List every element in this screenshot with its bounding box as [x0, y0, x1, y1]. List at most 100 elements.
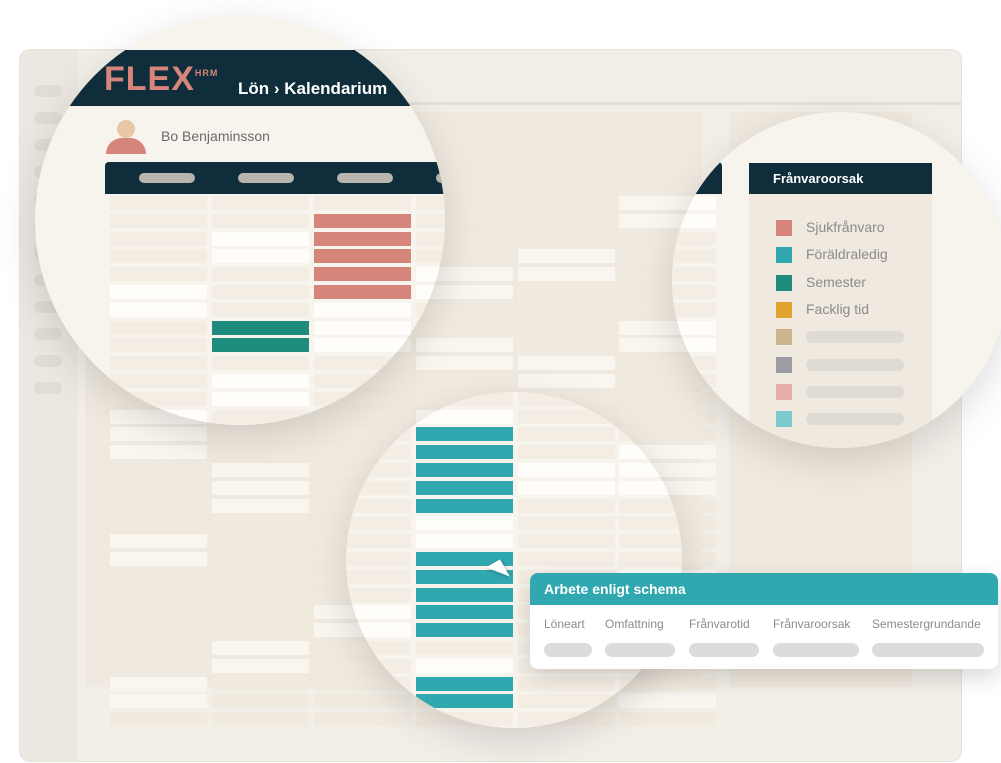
absence-entry[interactable] — [416, 445, 513, 460]
calendar-cell[interactable] — [346, 658, 411, 673]
calendar-cell[interactable] — [346, 445, 411, 460]
calendar-cell[interactable] — [346, 392, 411, 406]
absence-entry[interactable] — [416, 480, 513, 495]
calendar-cell[interactable] — [672, 356, 716, 371]
absence-entry[interactable] — [416, 498, 513, 513]
calendar-cell[interactable] — [619, 409, 682, 424]
calendar-cell[interactable] — [619, 534, 682, 549]
calendar-cell[interactable] — [314, 374, 411, 388]
calendar-cell[interactable] — [672, 231, 716, 246]
absence-entry[interactable] — [416, 427, 513, 442]
calendar-cell[interactable] — [110, 285, 207, 299]
calendar-cell[interactable] — [416, 196, 445, 210]
calendar-cell[interactable] — [110, 391, 207, 406]
calendar-cell[interactable] — [672, 338, 716, 353]
calendar-cell[interactable] — [212, 302, 309, 317]
calendar-cell[interactable] — [346, 409, 411, 424]
calendar-cell[interactable] — [518, 712, 615, 727]
absence-entry[interactable] — [416, 605, 513, 620]
calendar-cell[interactable] — [619, 676, 682, 691]
absence-entry[interactable] — [416, 587, 513, 602]
absence-entry[interactable] — [212, 320, 309, 335]
calendar-cell[interactable] — [416, 658, 513, 673]
calendar-cell[interactable] — [672, 285, 716, 299]
calendar-cell[interactable] — [346, 676, 411, 691]
calendar-cell[interactable] — [518, 516, 615, 531]
calendar-cell[interactable] — [672, 213, 716, 228]
calendar-cell[interactable] — [346, 712, 411, 727]
calendar-cell[interactable] — [518, 480, 615, 495]
calendar-cell[interactable] — [619, 463, 682, 477]
calendar-cell[interactable] — [416, 338, 445, 353]
calendar-cell[interactable] — [416, 213, 445, 228]
calendar-cell[interactable] — [212, 374, 309, 388]
calendar-cell[interactable] — [416, 267, 445, 282]
calendar-cell[interactable] — [416, 320, 445, 335]
calendar-cell[interactable] — [346, 552, 411, 566]
absence-entry[interactable] — [212, 338, 309, 353]
calendar-cell[interactable] — [110, 231, 207, 246]
calendar-cell[interactable] — [672, 374, 716, 388]
calendar-cell[interactable] — [346, 569, 411, 584]
calendar-cell[interactable] — [416, 712, 513, 727]
calendar-cell[interactable] — [416, 249, 445, 264]
calendar-cell[interactable] — [619, 712, 682, 727]
calendar-cell[interactable] — [346, 641, 411, 655]
calendar-cell[interactable] — [672, 267, 716, 282]
calendar-cell[interactable] — [619, 552, 682, 566]
calendar-cell[interactable] — [416, 516, 513, 531]
calendar-cell[interactable] — [314, 338, 411, 353]
absence-entry[interactable] — [314, 231, 411, 246]
calendar-cell[interactable] — [416, 302, 445, 317]
calendar-cell[interactable] — [619, 445, 682, 460]
calendar-cell[interactable] — [518, 694, 615, 709]
absence-entry[interactable] — [416, 463, 513, 477]
calendar-cell[interactable] — [346, 427, 411, 442]
calendar-cell[interactable] — [672, 320, 716, 335]
calendar-cell[interactable] — [518, 498, 615, 513]
absence-entry[interactable] — [416, 694, 513, 709]
absence-entry[interactable] — [314, 267, 411, 282]
calendar-cell[interactable] — [346, 623, 411, 638]
calendar-cell[interactable] — [212, 196, 309, 210]
calendar-cell[interactable] — [619, 694, 682, 709]
absence-entry[interactable] — [314, 249, 411, 264]
calendar-cell[interactable] — [346, 694, 411, 709]
calendar-cell[interactable] — [110, 267, 207, 282]
calendar-cell[interactable] — [518, 409, 615, 424]
calendar-cell[interactable] — [110, 196, 207, 210]
calendar-cell[interactable] — [314, 320, 411, 335]
calendar-cell[interactable] — [518, 463, 615, 477]
calendar-cell[interactable] — [110, 249, 207, 264]
calendar-cell[interactable] — [212, 391, 309, 406]
calendar-cell[interactable] — [518, 676, 615, 691]
calendar-cell[interactable] — [619, 516, 682, 531]
calendar-cell[interactable] — [314, 356, 411, 371]
calendar-cell[interactable] — [518, 445, 615, 460]
calendar-cell[interactable] — [416, 641, 513, 655]
calendar-cell[interactable] — [346, 516, 411, 531]
calendar-cell[interactable] — [416, 392, 513, 406]
calendar-cell[interactable] — [672, 249, 716, 264]
calendar-cell[interactable] — [672, 196, 716, 210]
absence-entry[interactable] — [314, 285, 411, 299]
calendar-cell[interactable] — [346, 498, 411, 513]
calendar-cell[interactable] — [416, 285, 445, 299]
calendar-cell[interactable] — [619, 427, 682, 442]
breadcrumb[interactable]: Lön › Kalendarium — [238, 79, 387, 99]
calendar-cell[interactable] — [212, 249, 309, 264]
calendar-cell[interactable] — [518, 392, 615, 406]
calendar-cell[interactable] — [314, 302, 411, 317]
calendar-cell[interactable] — [212, 231, 309, 246]
calendar-cell[interactable] — [346, 587, 411, 602]
calendar-cell[interactable] — [346, 534, 411, 549]
calendar-cell[interactable] — [346, 480, 411, 495]
calendar-cell[interactable] — [416, 534, 513, 549]
calendar-cell[interactable] — [619, 480, 682, 495]
absence-entry[interactable] — [314, 213, 411, 228]
calendar-cell[interactable] — [619, 392, 682, 406]
calendar-cell[interactable] — [672, 302, 716, 317]
calendar-cell[interactable] — [518, 534, 615, 549]
calendar-cell[interactable] — [110, 302, 207, 317]
calendar-cell[interactable] — [416, 374, 445, 388]
